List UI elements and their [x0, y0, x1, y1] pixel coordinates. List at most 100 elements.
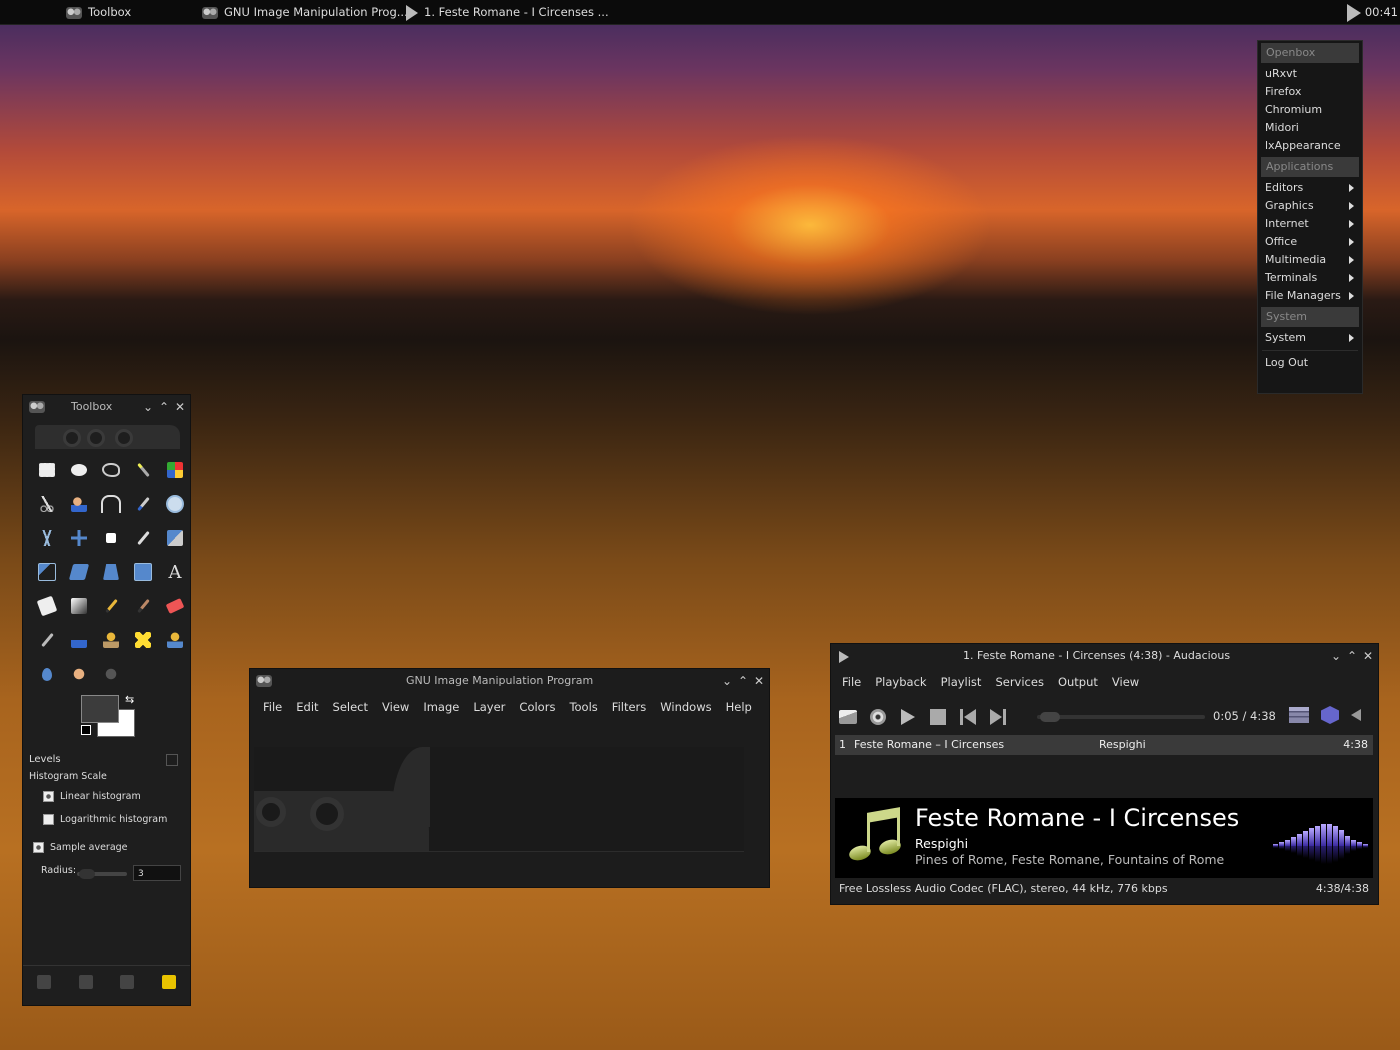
menu-playback[interactable]: Playback	[875, 675, 926, 689]
previous-button[interactable]	[957, 707, 979, 727]
toolbox-titlebar[interactable]: Toolbox ⌄ ⌃ ✕	[23, 395, 190, 419]
equalizer-cube-icon[interactable]	[1321, 706, 1339, 724]
open-files-button[interactable]	[837, 707, 859, 727]
minimize-icon[interactable]: ⌄	[1330, 644, 1342, 668]
close-icon[interactable]: ✕	[1362, 644, 1374, 668]
menu-file[interactable]: File	[263, 700, 282, 714]
measure-tool[interactable]	[31, 521, 63, 555]
log-histogram-option[interactable]: Logarithmic histogram	[43, 814, 198, 825]
menu-item-system[interactable]: System	[1258, 329, 1362, 347]
scissors-tool[interactable]	[31, 487, 63, 521]
menu-image[interactable]: Image	[423, 700, 459, 714]
fg-bg-colors[interactable]: ⇆	[81, 693, 141, 739]
menu-filters[interactable]: Filters	[612, 700, 646, 714]
alignment-tool[interactable]	[95, 521, 127, 555]
menu-item-internet[interactable]: Internet	[1258, 215, 1362, 233]
menu-item-editors[interactable]: Editors	[1258, 179, 1362, 197]
delete-options-icon[interactable]	[120, 975, 135, 989]
menu-item-lxappearance[interactable]: lxAppearance	[1258, 137, 1362, 155]
task-toolbox[interactable]: Toolbox	[66, 0, 131, 24]
perspective-clone-tool[interactable]	[159, 623, 191, 657]
scale-tool[interactable]	[31, 555, 63, 589]
playlist-row[interactable]: 1 Feste Romane – I Circenses Respighi 4:…	[835, 735, 1373, 755]
menu-item-terminals[interactable]: Terminals	[1258, 269, 1362, 287]
gimp-titlebar[interactable]: GNU Image Manipulation Program ⌄ ⌃ ✕	[250, 669, 769, 693]
volume-icon[interactable]	[1351, 709, 1361, 721]
menu-item-chromium[interactable]: Chromium	[1258, 101, 1362, 119]
radius-spinner[interactable]: 3	[133, 865, 181, 881]
paths-tool[interactable]	[95, 487, 127, 521]
play-button[interactable]	[897, 707, 919, 727]
blur-tool[interactable]	[31, 657, 63, 691]
airbrush-tool[interactable]	[31, 623, 63, 657]
task-audacious[interactable]: 1. Feste Romane - I Circenses ...	[406, 0, 609, 24]
menu-view[interactable]: View	[382, 700, 409, 714]
menu-tools[interactable]: Tools	[569, 700, 597, 714]
menu-playlist[interactable]: Playlist	[941, 675, 982, 689]
menu-view[interactable]: View	[1112, 675, 1139, 689]
paintbrush-tool[interactable]	[127, 589, 159, 623]
minimize-icon[interactable]: ⌄	[142, 395, 154, 419]
radius-slider[interactable]	[77, 869, 127, 879]
restore-options-icon[interactable]	[78, 975, 93, 989]
audacious-titlebar[interactable]: 1. Feste Romane - I Circenses (4:38) - A…	[831, 644, 1378, 668]
empty-image-canvas[interactable]	[254, 747, 744, 852]
playlist-toggle-icon[interactable]	[1289, 707, 1309, 723]
ink-tool[interactable]	[63, 623, 95, 657]
maximize-icon[interactable]: ⌃	[737, 669, 749, 693]
linear-histogram-option[interactable]: Linear histogram	[43, 791, 198, 802]
menu-edit[interactable]: Edit	[296, 700, 318, 714]
pencil-tool[interactable]	[95, 589, 127, 623]
next-button[interactable]	[987, 707, 1009, 727]
perspective-tool[interactable]	[95, 555, 127, 589]
menu-file[interactable]: File	[842, 675, 861, 689]
menu-item-urxvt[interactable]: uRxvt	[1258, 65, 1362, 83]
foreground-color[interactable]	[81, 695, 119, 723]
menu-item-multimedia[interactable]: Multimedia	[1258, 251, 1362, 269]
menu-help[interactable]: Help	[726, 700, 752, 714]
smudge-tool[interactable]	[63, 657, 95, 691]
foreground-select-tool[interactable]	[63, 487, 95, 521]
menu-item-graphics[interactable]: Graphics	[1258, 197, 1362, 215]
eraser-tool[interactable]	[159, 589, 191, 623]
text-tool[interactable]: A	[159, 555, 191, 589]
panel-menu-icon[interactable]	[166, 754, 178, 766]
swap-colors-icon[interactable]: ⇆	[125, 693, 134, 706]
sample-average-checkbox[interactable]: Sample average	[33, 842, 188, 853]
blend-tool[interactable]	[63, 589, 95, 623]
maximize-icon[interactable]: ⌃	[1346, 644, 1358, 668]
close-icon[interactable]: ✕	[753, 669, 765, 693]
menu-colors[interactable]: Colors	[519, 700, 555, 714]
ellipse-select-tool[interactable]	[63, 453, 95, 487]
reset-options-icon[interactable]	[162, 975, 177, 989]
menu-item-firefox[interactable]: Firefox	[1258, 83, 1362, 101]
clock[interactable]: 00:41	[1346, 0, 1398, 24]
bucket-fill-tool[interactable]	[31, 589, 63, 623]
stop-button[interactable]	[927, 707, 949, 727]
seek-bar[interactable]	[1037, 712, 1205, 722]
maximize-icon[interactable]: ⌃	[158, 395, 170, 419]
menu-layer[interactable]: Layer	[473, 700, 505, 714]
menu-output[interactable]: Output	[1058, 675, 1098, 689]
rect-select-tool[interactable]	[31, 453, 63, 487]
task-gimp[interactable]: GNU Image Manipulation Prog...	[202, 0, 408, 24]
menu-item-midori[interactable]: Midori	[1258, 119, 1362, 137]
zoom-tool[interactable]	[159, 487, 191, 521]
fuzzy-select-tool[interactable]	[127, 453, 159, 487]
flip-tool[interactable]	[127, 555, 159, 589]
default-colors-icon[interactable]	[81, 725, 91, 735]
rotate-tool[interactable]	[159, 521, 191, 555]
seek-handle[interactable]	[1040, 712, 1060, 722]
free-select-tool[interactable]	[95, 453, 127, 487]
menu-item-file-managers[interactable]: File Managers	[1258, 287, 1362, 305]
heal-tool[interactable]	[127, 623, 159, 657]
add-files-button[interactable]	[867, 707, 889, 727]
slider-handle[interactable]	[79, 869, 95, 879]
clone-tool[interactable]	[95, 623, 127, 657]
minimize-icon[interactable]: ⌄	[721, 669, 733, 693]
shear-tool[interactable]	[63, 555, 95, 589]
menu-item-logout[interactable]: Log Out	[1258, 354, 1362, 372]
move-tool[interactable]	[63, 521, 95, 555]
color-picker-tool[interactable]	[127, 487, 159, 521]
menu-select[interactable]: Select	[333, 700, 368, 714]
